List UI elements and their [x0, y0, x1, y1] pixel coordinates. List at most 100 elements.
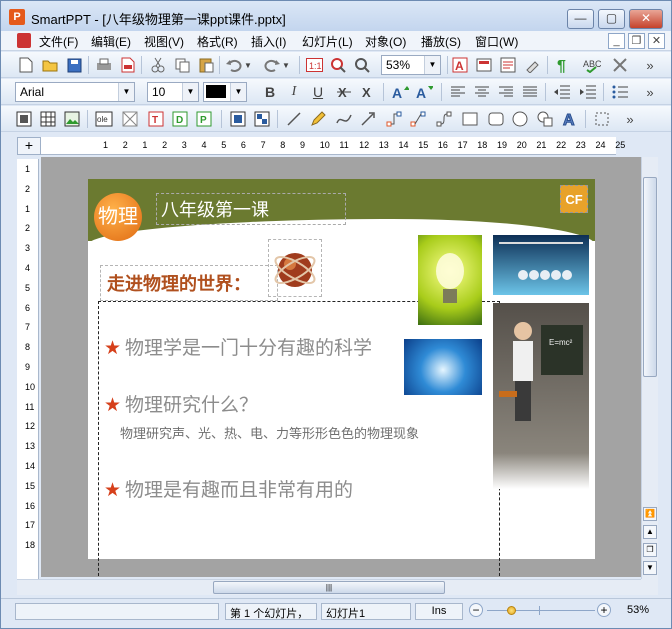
select-objects-icon[interactable] [593, 110, 611, 128]
slide-canvas[interactable]: 物理 八年级第一课 CF 走进物理的世界： ★ 物理学是一门十分有趣的科学 ★ 物理… [41, 157, 641, 577]
group-icon[interactable] [229, 110, 247, 128]
autoshape-icon[interactable] [537, 110, 555, 128]
new-file-icon[interactable] [17, 56, 35, 74]
lightbulb-photo[interactable] [418, 235, 482, 325]
horizontal-scrollbar[interactable]: ||| [17, 579, 641, 595]
menu-play[interactable]: 播放(S) [421, 33, 461, 50]
zoom-fit-icon[interactable] [329, 56, 347, 74]
insert-symbol-icon[interactable] [611, 56, 629, 74]
toolbar-overflow-icon[interactable]: » [641, 83, 659, 101]
menu-window[interactable]: 窗口(W) [475, 33, 518, 50]
vertical-scrollbar[interactable]: ⏫ ▲ ❐ ▼ [641, 157, 658, 579]
chevron-down-icon[interactable]: ▼ [230, 83, 246, 101]
slide[interactable]: 物理 八年级第一课 CF 走进物理的世界： ★ 物理学是一门十分有趣的科学 ★ 物理… [88, 179, 595, 577]
text-object-icon[interactable]: T [147, 110, 165, 128]
document-icon[interactable] [17, 33, 31, 48]
zoom-out-button[interactable]: − [469, 603, 483, 617]
align-right-icon[interactable] [497, 83, 515, 101]
doc-close-button[interactable]: ✕ [648, 33, 665, 49]
chart-object-icon[interactable] [121, 110, 139, 128]
paragraph-mark-icon[interactable]: ¶ [555, 56, 573, 74]
vertical-scroll-thumb[interactable] [643, 177, 657, 377]
menu-file[interactable]: 文件(F) [39, 33, 78, 50]
spell-check-icon[interactable]: ABC [583, 56, 601, 74]
bold-button[interactable]: B [261, 83, 279, 101]
align-left-icon[interactable] [449, 83, 467, 101]
zoom-in-button[interactable]: + [597, 603, 611, 617]
bullet-item-1[interactable]: ★ 物理学是一门十分有趣的科学 [104, 333, 372, 360]
zoom-slider[interactable] [487, 610, 595, 611]
bullet-list-icon[interactable] [611, 83, 629, 101]
ruler-corner-button[interactable]: + [17, 137, 41, 155]
chevron-down-icon[interactable]: ▼ [424, 56, 440, 74]
ole-object-icon[interactable]: ole [95, 110, 113, 128]
clear-format-icon[interactable]: X [359, 83, 377, 101]
slide-title[interactable]: 八年级第一课 [156, 193, 346, 225]
align-center-icon[interactable] [473, 83, 491, 101]
line-tool-icon[interactable] [285, 110, 303, 128]
corner-logo[interactable]: CF [560, 185, 588, 213]
menu-object[interactable]: 对象(O) [365, 33, 406, 50]
insert-slide-icon[interactable] [475, 56, 493, 74]
italic-button[interactable]: I [285, 83, 303, 101]
paste-icon[interactable] [197, 56, 215, 74]
flash-object-icon[interactable]: P [195, 110, 213, 128]
decrease-font-icon[interactable]: A [415, 83, 433, 101]
chevron-down-icon[interactable]: ▼ [182, 83, 198, 101]
table-icon[interactable] [39, 110, 57, 128]
increase-font-icon[interactable]: A [391, 83, 409, 101]
arrow-tool-icon[interactable] [359, 110, 377, 128]
first-slide-icon[interactable]: ⏫ [643, 507, 657, 521]
rounded-rect-icon[interactable] [487, 110, 505, 128]
menu-insert[interactable]: 插入(I) [251, 33, 286, 50]
curved-connector-icon[interactable] [435, 110, 453, 128]
undo-dropdown-icon[interactable]: ▼ [243, 56, 253, 74]
horizontal-scroll-thumb[interactable]: ||| [213, 581, 445, 594]
pencil-tool-icon[interactable] [309, 110, 327, 128]
water-swirl-photo[interactable] [404, 339, 482, 395]
media-object-icon[interactable]: D [171, 110, 189, 128]
text-box-icon[interactable] [15, 110, 33, 128]
undo-icon[interactable] [225, 56, 243, 74]
underline-button[interactable]: U [309, 83, 327, 101]
toolbar-overflow-icon[interactable]: » [641, 56, 659, 74]
bullet-item-2[interactable]: ★ 物理研究什么？ [104, 390, 258, 417]
slide-heading[interactable]: 走进物理的世界： [100, 265, 278, 301]
menu-view[interactable]: 视图(V) [144, 33, 184, 50]
strikethrough-icon[interactable]: X [335, 83, 353, 101]
format-painter-icon[interactable] [523, 56, 541, 74]
bullet-subtext[interactable]: 物理研究声、光、热、电、力等形形色色的物理现象 [120, 423, 419, 442]
wordart-icon[interactable]: A [561, 110, 579, 128]
save-icon[interactable] [65, 56, 83, 74]
color-select[interactable]: ▼ [203, 82, 247, 102]
student-photo[interactable]: E=mc² [493, 303, 589, 453]
menu-edit[interactable]: 编辑(E) [91, 33, 131, 50]
doc-minimize-button[interactable]: _ [608, 33, 625, 49]
zoom-select[interactable]: 53% ▼ [381, 55, 441, 75]
copy-icon[interactable] [173, 56, 191, 74]
connector-icon[interactable] [385, 110, 403, 128]
actual-size-icon[interactable]: 1:1 [305, 56, 323, 74]
doc-restore-button[interactable]: ❐ [628, 33, 645, 49]
font-size-select[interactable]: 10 ▼ [147, 82, 199, 102]
redo-dropdown-icon[interactable]: ▼ [281, 56, 291, 74]
font-name-select[interactable]: Arial ▼ [15, 82, 135, 102]
rectangle-icon[interactable] [461, 110, 479, 128]
menu-slide[interactable]: 幻灯片(L) [302, 33, 353, 50]
next-slide-icon[interactable]: ▼ [643, 561, 657, 575]
bullet-item-3[interactable]: ★ 物理是有趣而且非常有用的 [104, 475, 353, 502]
decrease-indent-icon[interactable] [553, 83, 571, 101]
close-button[interactable]: ✕ [629, 9, 663, 29]
chevron-down-icon[interactable]: ▼ [118, 83, 134, 101]
zoom-icon[interactable] [353, 56, 371, 74]
ungroup-icon[interactable] [253, 110, 271, 128]
image-icon[interactable] [63, 110, 81, 128]
prev-slide-icon[interactable]: ▲ [643, 525, 657, 539]
cut-icon[interactable] [149, 56, 167, 74]
newtons-cradle-photo[interactable] [493, 235, 589, 295]
elbow-connector-icon[interactable] [409, 110, 427, 128]
slide-badge[interactable]: 物理 [94, 193, 142, 241]
print-icon[interactable] [95, 56, 113, 74]
minimize-button[interactable]: — [567, 9, 594, 29]
atom-image[interactable] [268, 239, 322, 297]
